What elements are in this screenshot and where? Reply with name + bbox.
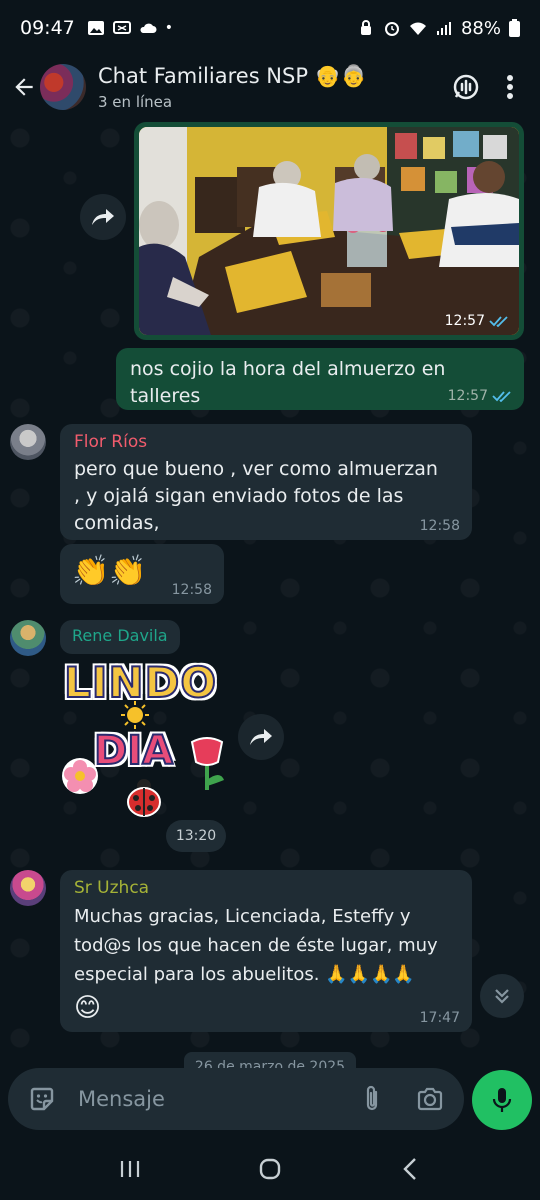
dot-icon: • — [164, 20, 174, 36]
message-meta: 12:57 — [448, 388, 512, 404]
signal-icon — [436, 22, 451, 35]
forward-sticker-button[interactable] — [238, 714, 284, 760]
message-meta: 12:58 — [420, 518, 460, 534]
double-check-icon — [489, 316, 508, 327]
arrow-left-icon — [15, 78, 33, 96]
outgoing-message[interactable]: nos cojio la hora del almuerzo en taller… — [116, 348, 524, 410]
message-text: Muchas gracias, Licenciada, Esteffy y to… — [74, 906, 438, 985]
chevron-left-icon — [403, 1158, 416, 1180]
kebab-menu-icon — [507, 75, 513, 99]
date-text: 26 de marzo de 2025 — [194, 1059, 346, 1068]
chat-title: Chat Familiares NSP 👴👵 — [98, 63, 367, 88]
group-avatar[interactable] — [40, 64, 86, 110]
double-chevron-down-icon — [495, 989, 509, 1004]
battery-icon — [509, 19, 520, 37]
screen-cast-icon — [112, 21, 131, 34]
voice-record-button[interactable] — [472, 1070, 532, 1130]
sender-name[interactable]: Sr Uzhca — [74, 878, 458, 898]
message-composer — [8, 1068, 464, 1130]
sender-label-rene[interactable]: Rene Davila — [60, 620, 180, 654]
wifi-icon — [409, 22, 426, 35]
back-nav-button[interactable] — [380, 1144, 440, 1194]
avatar-flor[interactable] — [10, 424, 46, 460]
sticker-button[interactable] — [20, 1077, 64, 1121]
status-bar: 09:47 • 88% — [0, 0, 540, 56]
photo-message[interactable]: 12:57 — [134, 122, 524, 340]
incoming-message-flor[interactable]: Flor Ríos pero que bueno , ver como almu… — [60, 424, 472, 540]
message-time: 13:20 — [175, 828, 217, 844]
chat-messages[interactable]: 12:57 nos cojio la hora del almuerzo en … — [0, 118, 540, 1068]
chat-header: Chat Familiares NSP 👴👵 3 en línea — [0, 56, 540, 118]
forward-photo-button[interactable] — [80, 194, 126, 240]
status-time: 09:47 — [20, 17, 75, 39]
photo-time: 12:57 — [444, 313, 485, 329]
lock-icon — [360, 20, 371, 35]
message-time: 12:58 — [419, 518, 460, 534]
message-text: pero que bueno , ver como almuerzan , y … — [74, 458, 438, 534]
forward-icon — [250, 729, 272, 745]
lunch-photo — [139, 127, 519, 335]
message-input[interactable] — [78, 1087, 350, 1111]
message-time: 12:58 — [171, 582, 212, 598]
online-status: 3 en línea — [98, 92, 173, 111]
camera-button[interactable] — [408, 1077, 452, 1121]
audio-wave-icon — [453, 74, 479, 100]
avatar-rene[interactable] — [10, 620, 46, 656]
battery-percent: 88% — [460, 17, 501, 39]
home-icon — [259, 1158, 281, 1180]
double-check-icon — [492, 391, 511, 402]
scroll-to-bottom-button[interactable] — [480, 974, 524, 1018]
microphone-icon — [492, 1088, 512, 1112]
flower-icon — [62, 758, 98, 794]
incoming-message-uzhca[interactable]: Sr Uzhca Muchas gracias, Licenciada, Est… — [60, 870, 472, 1032]
sticker-time: 13:20 — [166, 820, 226, 852]
camera-icon — [417, 1087, 443, 1111]
sender-name[interactable]: Flor Ríos — [74, 432, 458, 452]
attach-button[interactable] — [350, 1077, 394, 1121]
photo-thumbnail[interactable]: 12:57 — [139, 127, 519, 335]
voice-chat-button[interactable] — [444, 65, 488, 109]
sun-icon — [121, 701, 149, 729]
recent-apps-button[interactable] — [100, 1144, 160, 1194]
sticker-icon — [30, 1087, 54, 1111]
tulip-icon — [190, 737, 224, 790]
date-separator: 26 de marzo de 2025 — [184, 1052, 356, 1068]
message-meta: 12:58 — [172, 582, 212, 598]
sticker-message[interactable]: LINDO DIA — [60, 657, 230, 818]
more-options-button[interactable] — [488, 65, 532, 109]
avatar-uzhca[interactable] — [10, 870, 46, 906]
recent-apps-icon — [120, 1161, 140, 1177]
header-info[interactable]: Chat Familiares NSP 👴👵 3 en línea — [98, 64, 444, 111]
forward-icon — [92, 209, 114, 225]
sticker-line-dia: DIA — [93, 727, 174, 775]
paperclip-icon — [366, 1085, 378, 1111]
message-time: 12:57 — [447, 388, 488, 404]
ladybug-icon — [127, 779, 161, 817]
alarm-icon — [384, 22, 399, 36]
photo-meta: 12:57 — [445, 313, 509, 329]
cloud-icon — [140, 23, 157, 33]
message-time: 17:47 — [419, 1010, 460, 1026]
incoming-message-emoji[interactable]: 👏👏 12:58 — [60, 544, 224, 604]
system-nav-bar — [0, 1138, 540, 1200]
sender-name: Rene Davila — [72, 626, 168, 645]
home-button[interactable] — [240, 1144, 300, 1194]
smile-emoji: 😊 — [74, 993, 102, 1023]
message-meta: 17:47 — [420, 1010, 460, 1026]
gallery-icon — [87, 21, 104, 35]
